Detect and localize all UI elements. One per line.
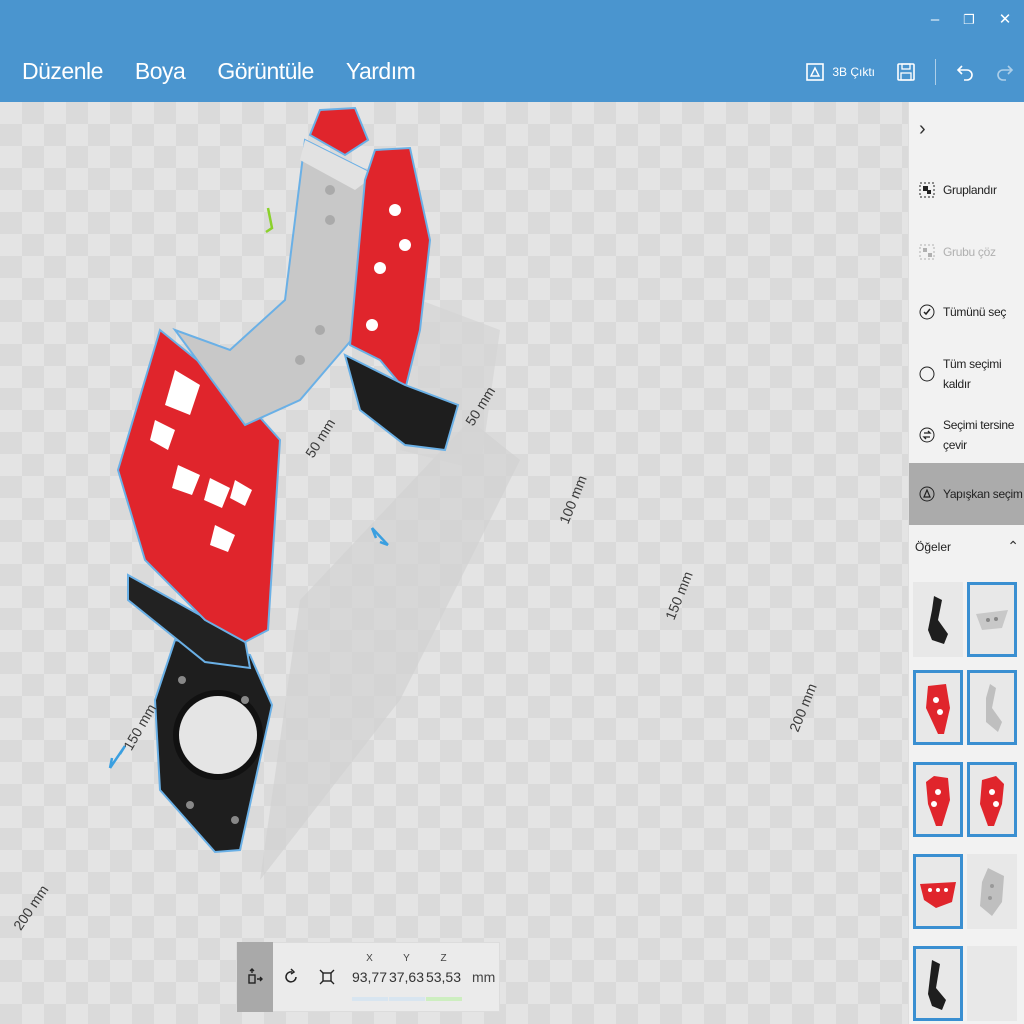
item-thumbnail[interactable] [913,854,963,929]
select-all-icon [919,304,935,320]
x-value[interactable]: 93,77 [352,969,387,991]
3d-viewport[interactable]: 50 mm 50 mm 100 mm 150 mm 200 mm 150 mm … [0,102,908,1024]
sticky-selection-label: Yapışkan seçim [943,487,1023,501]
sticky-selection-icon [919,486,935,502]
toolbar-divider [935,59,936,85]
group-label: Gruplandır [943,183,997,197]
z-axis-bar [425,997,462,1001]
ungroup-icon [919,244,935,260]
save-icon[interactable] [895,61,917,83]
selection-panel: › Gruplandır Grubu çöz Tümünü seç Tüm se… [908,102,1024,1024]
select-all-label: Tümünü seç [943,305,1007,319]
transform-bar: X 93,77 Y 37,63 Z 53,53 mm [236,942,500,1012]
menu-view[interactable]: Görüntüle [217,58,314,85]
model-scene[interactable] [0,102,908,1024]
item-thumbnail[interactable] [967,946,1017,1021]
move-tool-button[interactable] [237,942,273,1012]
item-thumbnail[interactable] [967,670,1017,745]
restore-button[interactable]: ❐ [956,8,982,32]
item-thumbnail[interactable] [967,854,1017,929]
y-axis-label: Y [403,953,410,964]
group-button[interactable]: Gruplandır [909,178,1024,202]
toolbar: 3B Çıktı [804,56,1024,88]
item-thumbnail[interactable] [913,670,963,745]
ungroup-button[interactable]: Grubu çöz [909,240,1024,264]
select-all-button[interactable]: Tümünü seç [909,300,1024,324]
item-thumbnail[interactable] [967,582,1017,657]
item-thumbnail[interactable] [967,762,1017,837]
menu-bar: Düzenle Boya Görüntüle Yardım [22,58,447,85]
minimize-button[interactable]: – [922,8,948,32]
redo-icon[interactable] [994,61,1016,83]
move-tool-icon [248,968,263,984]
x-coordinate[interactable]: X 93,77 [351,953,388,1001]
item-thumbnail[interactable] [913,582,963,657]
panel-collapse-chevron-icon[interactable]: › [919,118,926,141]
y-coordinate[interactable]: Y 37,63 [388,953,425,1001]
item-thumbnail[interactable] [913,946,963,1021]
y-axis-bar [388,997,425,1001]
scale-tool-button[interactable] [309,942,345,1012]
print-3d-button[interactable]: 3B Çıktı [804,61,875,83]
deselect-all-button[interactable]: Tüm seçimi kaldır [909,352,1024,396]
menu-help[interactable]: Yardım [346,58,416,85]
items-collapse-caret-icon[interactable]: ⌃ [1007,538,1019,555]
print-3d-icon [806,63,825,81]
x-axis-label: X [366,953,373,964]
menu-paint[interactable]: Boya [135,58,186,85]
z-axis-label: Z [440,953,447,964]
unit-label: mm [472,969,496,985]
undo-icon[interactable] [954,61,976,83]
rotate-icon [285,968,297,983]
invert-selection-label: Seçimi tersine çevir [943,418,1015,452]
deselect-all-icon [919,366,935,382]
invert-selection-icon [919,427,935,443]
x-axis-bar [351,997,388,1001]
items-title: Öğeler [915,539,952,554]
deselect-all-label: Tüm seçimi kaldır [943,357,1002,391]
z-value[interactable]: 53,53 [426,969,461,991]
items-header: Öğeler ⌃ [915,538,1019,555]
group-icon [919,182,935,198]
title-bar: – ❐ ✕ Düzenle Boya Görüntüle Yardım 3B Ç… [0,0,1024,102]
y-value[interactable]: 37,63 [389,969,424,991]
item-thumbnail[interactable] [913,762,963,837]
z-coordinate[interactable]: Z 53,53 [425,953,462,1001]
scale-icon [319,969,335,985]
print-3d-label: 3B Çıktı [832,65,875,79]
menu-edit[interactable]: Düzenle [22,58,103,85]
rotate-tool-button[interactable] [273,942,309,1012]
invert-selection-button[interactable]: Seçimi tersine çevir [909,413,1024,457]
sticky-selection-button[interactable]: Yapışkan seçim [909,463,1024,525]
ungroup-label: Grubu çöz [943,245,996,259]
close-button[interactable]: ✕ [992,8,1018,32]
